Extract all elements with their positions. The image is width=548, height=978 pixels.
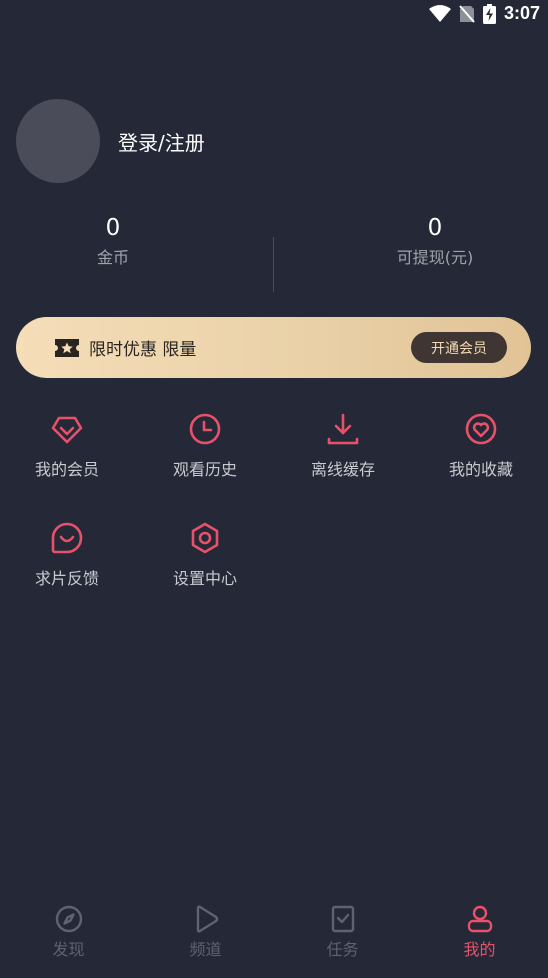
tab-tasks[interactable]: 任务 [274,886,411,978]
settings-icon [136,521,274,555]
tab-label-channel: 频道 [189,940,222,959]
wifi-icon [428,4,451,23]
status-time: 3:07 [503,3,540,23]
grid-item-offline-cache[interactable]: 离线缓存 [274,412,412,480]
grid-label-offline-cache: 离线缓存 [310,460,375,479]
tab-discover[interactable]: 发现 [0,886,137,978]
grid-item-request-feedback[interactable]: 求片反馈 [0,521,136,589]
user-icon [411,904,548,934]
tab-channel[interactable]: 频道 [137,886,274,978]
coins-stat[interactable]: 0 金币 [0,214,250,268]
coins-label: 金币 [96,248,129,267]
grid-label-watch-history: 观看历史 [172,460,237,479]
download-icon [274,412,412,446]
grid-item-watch-history[interactable]: 观看历史 [136,412,274,480]
task-icon [274,904,411,934]
open-vip-button[interactable]: 开通会员 [411,332,507,363]
status-bar: 3:07 [0,0,548,28]
withdrawable-stat[interactable]: 0 可提现(元) [298,214,548,268]
tab-mine[interactable]: 我的 [411,886,548,978]
tab-label-mine: 我的 [463,940,496,959]
vip-ticket-icon [54,338,80,358]
grid-label-request-feedback: 求片反馈 [34,569,99,588]
grid-label-my-vip: 我的会员 [34,460,99,479]
bottom-tab-bar: 发现 频道 任务 我的 [0,886,548,978]
avatar[interactable] [16,99,100,183]
stats-panel: 0 金币 0 可提现(元) [0,214,548,294]
vip-banner[interactable]: 限时优惠 限量 开通会员 [16,317,531,378]
grid-label-my-favorites: 我的收藏 [448,460,513,479]
no-sim-icon [459,4,475,23]
coins-value: 0 [105,215,121,241]
vip-diamond-icon [0,412,136,446]
heart-icon [412,412,548,446]
feedback-icon [0,521,136,555]
battery-charging-icon [482,3,496,24]
grid-label-settings: 设置中心 [172,569,237,588]
grid-item-my-favorites[interactable]: 我的收藏 [412,412,548,480]
withdrawable-label: 可提现(元) [396,248,474,267]
grid-item-settings[interactable]: 设置中心 [136,521,274,589]
tab-label-discover: 发现 [52,940,85,959]
profile-header[interactable]: 登录/注册 [16,99,205,183]
compass-icon [0,904,137,934]
grid-item-my-vip[interactable]: 我的会员 [0,412,136,480]
play-icon [137,904,274,934]
login-register-link[interactable]: 登录/注册 [118,127,205,156]
stats-divider [273,237,274,292]
withdrawable-value: 0 [427,215,443,241]
clock-icon [136,412,274,446]
status-icons: 3:07 [428,3,540,24]
vip-promo-text: 限时优惠 限量 [89,340,197,360]
tab-label-tasks: 任务 [326,940,359,959]
